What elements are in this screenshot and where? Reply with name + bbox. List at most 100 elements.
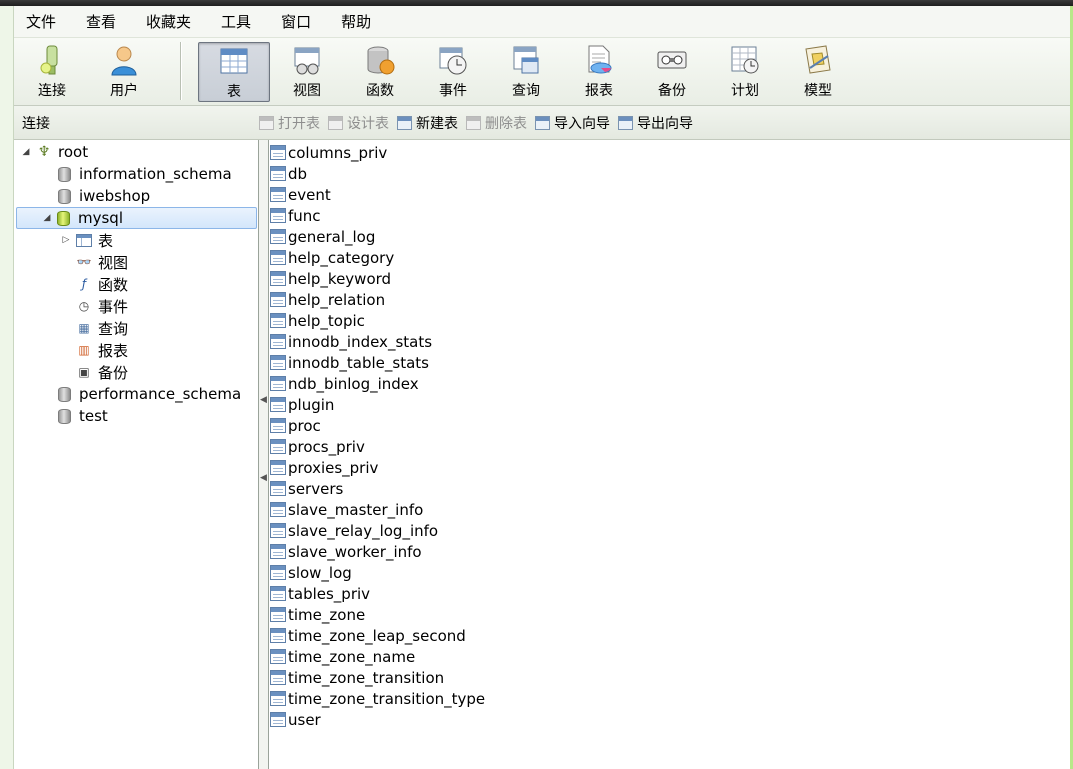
menu-file[interactable]: 文件 <box>18 11 64 32</box>
menu-bar: 文件 查看 收藏夹 工具 窗口 帮助 <box>14 6 1070 37</box>
tree-node-queries[interactable]: ▦ 查询 <box>76 317 128 339</box>
query-label: 查询 <box>512 83 540 99</box>
open-table-label: 打开表 <box>278 115 320 132</box>
user-button[interactable]: 用户 <box>88 42 160 102</box>
table-row[interactable]: columns_priv <box>270 142 387 163</box>
table-row[interactable]: event <box>270 184 331 205</box>
design-table-button[interactable]: 设计表 <box>328 113 389 133</box>
schedule-button[interactable]: 计划 <box>709 42 781 102</box>
database-icon <box>58 386 71 402</box>
table-row[interactable]: time_zone_name <box>270 646 415 667</box>
tree-item-label: 报表 <box>98 341 129 360</box>
table-row[interactable]: user <box>270 709 321 730</box>
view-icon <box>291 44 323 76</box>
delete-table-button[interactable]: 删除表 <box>466 113 527 133</box>
table-row[interactable]: slow_log <box>270 562 352 583</box>
design-table-label: 设计表 <box>347 115 389 132</box>
report-button[interactable]: 报表 <box>563 42 635 102</box>
report-label: 报表 <box>585 83 613 99</box>
collapse-left-arrow-icon[interactable]: ◀ <box>260 468 267 488</box>
table-row[interactable]: db <box>270 163 307 184</box>
table-row[interactable]: help_keyword <box>270 268 391 289</box>
design-table-icon <box>328 115 343 130</box>
toolbar-separator <box>180 42 181 100</box>
function-icon <box>364 44 396 76</box>
table-button[interactable]: 表 <box>198 42 270 102</box>
open-table-button[interactable]: 打开表 <box>259 113 320 133</box>
table-row[interactable]: func <box>270 205 321 226</box>
table-icon <box>270 439 286 454</box>
panel-splitter[interactable]: ◀ ◀ <box>259 140 269 769</box>
connect-button[interactable]: 连接 <box>16 42 88 102</box>
tree-node-mysql[interactable]: ◢ mysql <box>16 207 257 229</box>
table-row[interactable]: slave_relay_log_info <box>270 520 438 541</box>
object-actions-bar: 连接 打开表 设计表 新建表 删除表 导入向导 导出向导 <box>14 106 1070 140</box>
table-row[interactable]: slave_master_info <box>270 499 423 520</box>
table-row[interactable]: help_relation <box>270 289 385 310</box>
tables-icon <box>76 233 92 247</box>
menu-view[interactable]: 查看 <box>78 11 124 32</box>
menu-window[interactable]: 窗口 <box>273 11 319 32</box>
table-row[interactable]: proc <box>270 415 321 436</box>
tree-node-test[interactable]: test <box>58 405 108 427</box>
backup-button[interactable]: 备份 <box>636 42 708 102</box>
table-row[interactable]: time_zone_transition_type <box>270 688 485 709</box>
table-icon <box>270 334 286 349</box>
menu-tools[interactable]: 工具 <box>213 11 259 32</box>
collapse-arrow-icon[interactable]: ◢ <box>41 213 53 223</box>
import-wizard-icon <box>535 115 550 130</box>
export-wizard-button[interactable]: 导出向导 <box>618 113 693 133</box>
table-row[interactable]: servers <box>270 478 343 499</box>
collapse-left-arrow-icon[interactable]: ◀ <box>260 390 267 410</box>
query-button[interactable]: 查询 <box>490 42 562 102</box>
tree-node-tables[interactable]: ▷ 表 <box>60 229 113 251</box>
table-row[interactable]: help_category <box>270 247 394 268</box>
expand-arrow-icon[interactable]: ▷ <box>60 235 72 245</box>
import-wizard-button[interactable]: 导入向导 <box>535 113 610 133</box>
database-label: mysql <box>78 209 123 227</box>
event-button[interactable]: 事件 <box>417 42 489 102</box>
database-label: information_schema <box>79 165 232 183</box>
table-row[interactable]: time_zone_transition <box>270 667 444 688</box>
tree-item-label: 函数 <box>98 275 129 294</box>
table-row[interactable]: help_topic <box>270 310 365 331</box>
table-row[interactable]: time_zone_leap_second <box>270 625 466 646</box>
tree-node-functions[interactable]: ƒ 函数 <box>76 273 128 295</box>
tree-node-backups[interactable]: ▣ 备份 <box>76 361 128 383</box>
table-row[interactable]: plugin <box>270 394 334 415</box>
table-row[interactable]: proxies_priv <box>270 457 378 478</box>
tree-node-reports[interactable]: ▥ 报表 <box>76 339 128 361</box>
tree-node-events[interactable]: ◷ 事件 <box>76 295 128 317</box>
new-table-button[interactable]: 新建表 <box>397 113 458 133</box>
table-name: event <box>288 185 331 204</box>
tree-node-information-schema[interactable]: information_schema <box>58 163 232 185</box>
table-row[interactable]: general_log <box>270 226 375 247</box>
tree-node-root[interactable]: ◢ ♆ root <box>20 141 89 163</box>
table-icon <box>270 544 286 559</box>
table-row[interactable]: tables_priv <box>270 583 370 604</box>
function-icon: ƒ <box>81 277 87 291</box>
table-row[interactable]: time_zone <box>270 604 365 625</box>
table-icon <box>270 292 286 307</box>
menu-help[interactable]: 帮助 <box>333 11 379 32</box>
table-icon <box>270 691 286 706</box>
view-button[interactable]: 视图 <box>271 42 343 102</box>
table-row[interactable]: innodb_index_stats <box>270 331 432 352</box>
new-table-icon <box>397 115 412 130</box>
backup-icon: ▣ <box>78 365 90 379</box>
export-wizard-icon <box>618 115 633 130</box>
menu-favorites[interactable]: 收藏夹 <box>138 11 199 32</box>
collapse-arrow-icon[interactable]: ◢ <box>20 147 32 157</box>
tree-node-iwebshop[interactable]: iwebshop <box>58 185 150 207</box>
model-button[interactable]: 模型 <box>782 42 854 102</box>
table-row[interactable]: innodb_table_stats <box>270 352 429 373</box>
user-label: 用户 <box>110 83 138 99</box>
table-row[interactable]: slave_worker_info <box>270 541 422 562</box>
connection-panel-title: 连接 <box>22 115 50 132</box>
table-name: help_keyword <box>288 269 392 288</box>
tree-node-performance-schema[interactable]: performance_schema <box>58 383 241 405</box>
table-row[interactable]: procs_priv <box>270 436 365 457</box>
function-button[interactable]: 函数 <box>344 42 416 102</box>
tree-node-views[interactable]: 👓 视图 <box>76 251 129 273</box>
table-row[interactable]: ndb_binlog_index <box>270 373 419 394</box>
